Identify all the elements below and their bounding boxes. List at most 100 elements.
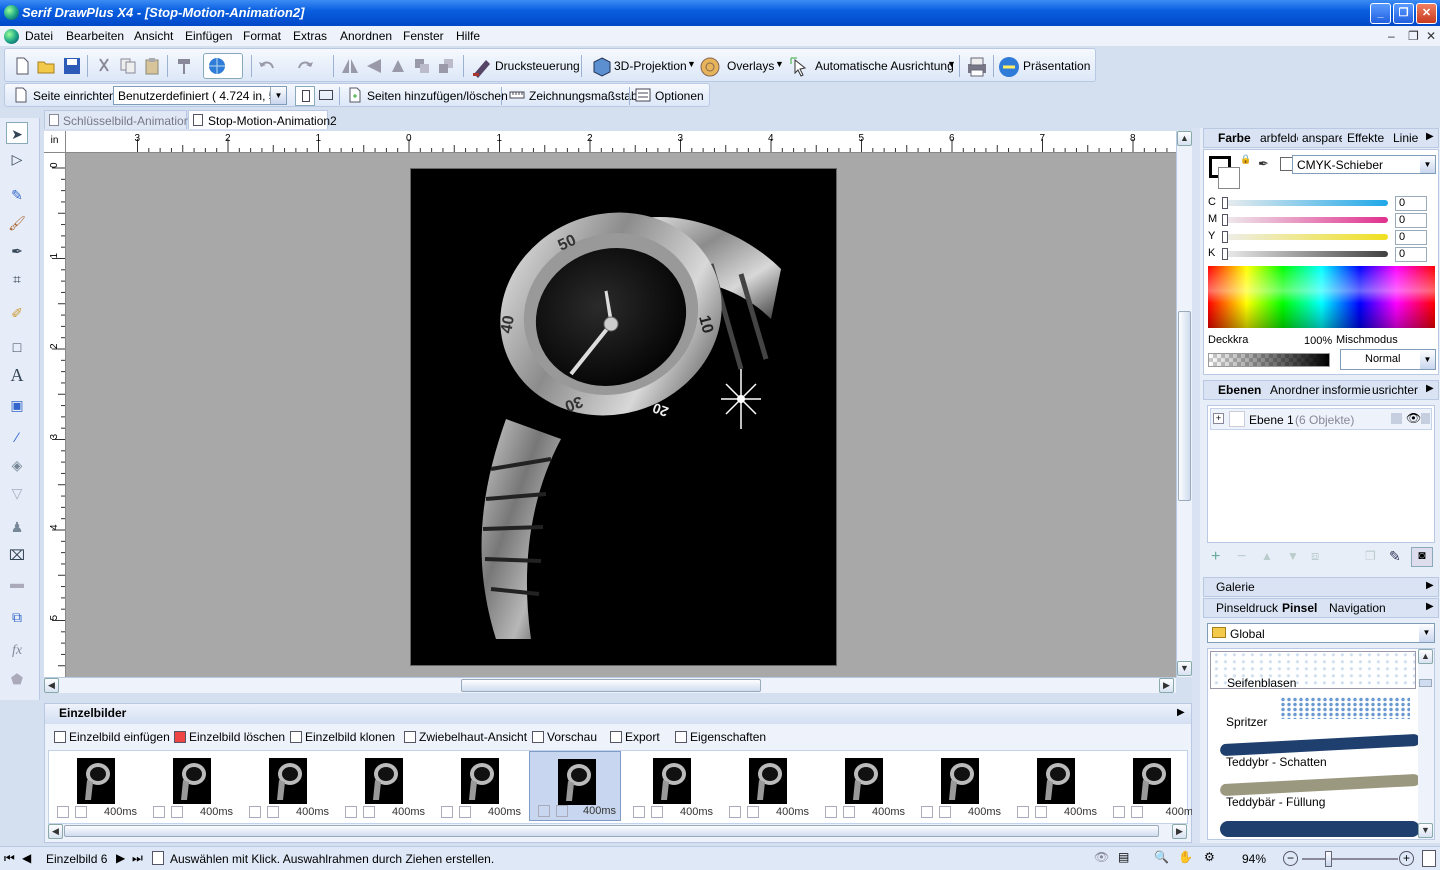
fill-color-swatch[interactable]	[1218, 167, 1240, 189]
vertical-scroll-thumb[interactable]	[1178, 311, 1191, 501]
merge-layers-icon[interactable]: ⧈	[1311, 548, 1319, 564]
frame-overlay-icon[interactable]	[1131, 806, 1143, 818]
tabs-more-icon[interactable]: ▶	[1426, 601, 1434, 612]
scroll-right-icon[interactable]: ▶	[1159, 678, 1174, 693]
printer-icon[interactable]	[965, 55, 989, 79]
last-frame-icon[interactable]: ⏭	[132, 851, 143, 866]
tab-doc-1[interactable]: Schlüsselbild-Animation1	[44, 110, 197, 129]
frame-background-icon[interactable]	[153, 806, 165, 818]
auto-align-button[interactable]: Automatische Ausrichtung	[815, 59, 954, 73]
zoom-in-icon[interactable]: +	[1399, 851, 1414, 866]
menu-hilfe[interactable]: Hilfe	[456, 29, 480, 43]
frame-duration[interactable]: 400ms	[296, 806, 329, 818]
shape-tool-icon[interactable]: □	[6, 336, 28, 358]
pan-hand-icon[interactable]: ✋	[1178, 850, 1193, 864]
page-view-icon[interactable]: ▤	[1118, 850, 1129, 864]
menu-fenster[interactable]: Fenster	[403, 29, 444, 43]
document-page[interactable]: 50 40 10 30 20	[410, 168, 837, 666]
frame-item[interactable]: 400ms	[49, 751, 141, 821]
options-button[interactable]: Optionen	[655, 89, 704, 103]
frame-item[interactable]: 400m	[1105, 751, 1197, 821]
panel-splitter[interactable]	[1192, 128, 1200, 843]
text-tool-icon[interactable]: A	[6, 364, 28, 386]
channel-slider[interactable]	[1222, 214, 1388, 226]
mdi-minimize-button[interactable]: –	[1388, 29, 1395, 43]
frame-overlay-icon[interactable]	[1035, 806, 1047, 818]
pointer-tool-icon[interactable]: ➤	[6, 122, 28, 144]
landscape-button[interactable]	[319, 90, 333, 100]
properties-button[interactable]: Eigenschaften	[675, 730, 766, 744]
channel-value[interactable]: 0	[1395, 247, 1427, 262]
fill-tool-icon[interactable]: ◈	[6, 454, 28, 476]
auto-align-dropdown-icon[interactable]: ▼	[947, 59, 956, 69]
tab-ausrichten[interactable]: usrichter	[1372, 383, 1420, 397]
redo-icon[interactable]	[297, 57, 315, 75]
horizontal-scrollbar[interactable]: ◀ ▶	[44, 677, 1176, 693]
brush-tool-icon[interactable]: 🖌	[6, 212, 28, 234]
frame-duration[interactable]: 400m	[1165, 806, 1193, 818]
gallery-expand-icon[interactable]: ▶	[1426, 580, 1434, 591]
frame-duration[interactable]: 400ms	[680, 806, 713, 818]
color-spectrum[interactable]	[1208, 266, 1435, 328]
frame-background-icon[interactable]	[441, 806, 453, 818]
move-layer-down-icon[interactable]: ▼	[1287, 549, 1299, 563]
lock-icon[interactable]	[1421, 413, 1430, 424]
layer-row[interactable]: + Ebene 1 (6 Objekte) 👁	[1210, 408, 1432, 430]
tab-doc-2[interactable]: Stop-Motion-Animation2	[188, 110, 337, 129]
frame-background-icon[interactable]	[921, 806, 933, 818]
web-publish-button[interactable]	[203, 53, 243, 79]
frame-background-icon[interactable]	[633, 806, 645, 818]
channel-value[interactable]: 0	[1395, 230, 1427, 245]
frame-item[interactable]: 400ms	[721, 751, 813, 821]
node-tool-icon[interactable]: ▷	[6, 148, 28, 170]
shield-icon[interactable]: ⬟	[6, 668, 28, 690]
frame-overlay-icon[interactable]	[843, 806, 855, 818]
frame-duration[interactable]: 400ms	[488, 806, 521, 818]
frame-duration[interactable]: 400ms	[968, 806, 1001, 818]
channel-slider-thumb[interactable]	[1222, 231, 1228, 243]
onion-skin-button[interactable]: Zwiebelhaut-Ansicht	[404, 730, 527, 744]
frame-duration[interactable]: 400ms	[1064, 806, 1097, 818]
frame-duration[interactable]: 400ms	[583, 805, 616, 817]
insert-frame-button[interactable]: Einzelbild einfügen	[54, 730, 170, 744]
export-button[interactable]: Export	[610, 730, 660, 744]
cut-icon[interactable]	[95, 57, 113, 75]
frame-background-icon[interactable]	[57, 806, 69, 818]
frame-overlay-icon[interactable]	[363, 806, 375, 818]
frames-scroll-left-icon[interactable]: ◀	[48, 824, 63, 839]
channel-slider-thumb[interactable]	[1222, 214, 1228, 226]
delete-frame-button[interactable]: Einzelbild löschen	[174, 730, 285, 744]
channel-slider[interactable]	[1222, 248, 1388, 260]
scroll-down-icon[interactable]: ▼	[1418, 823, 1433, 838]
frame-overlay-icon[interactable]	[171, 806, 183, 818]
scroll-left-icon[interactable]: ◀	[44, 678, 59, 693]
zoom-slider-thumb[interactable]	[1325, 851, 1332, 867]
flip-horizontal-icon[interactable]	[341, 57, 359, 75]
tabs-more-icon[interactable]: ▶	[1426, 131, 1434, 142]
menu-format[interactable]: Format	[243, 29, 281, 43]
transparency-tool-icon[interactable]: ▽	[6, 482, 28, 504]
format-painter-icon[interactable]	[175, 57, 193, 75]
brush-category-select[interactable]: Global ▼	[1207, 623, 1435, 643]
effects-fx-icon[interactable]: fx	[6, 640, 28, 662]
menu-datei[interactable]: Datei	[25, 29, 53, 43]
tab-ebenen[interactable]: Ebenen	[1218, 383, 1261, 397]
image-tool-icon[interactable]: ▣	[6, 394, 28, 416]
tab-farbe[interactable]: Farbe	[1218, 131, 1258, 145]
print-control-button[interactable]: Drucksteuerung	[495, 59, 580, 73]
pen-tool-icon[interactable]: ✒	[6, 240, 28, 262]
tab-transparenz[interactable]: ansparer	[1302, 131, 1342, 145]
send-backward-icon[interactable]	[437, 57, 455, 75]
bring-forward-icon[interactable]	[413, 57, 431, 75]
tab-transformieren[interactable]: insformier	[1322, 383, 1370, 397]
rotate-icon[interactable]	[389, 57, 407, 75]
frame-duration[interactable]: 400ms	[776, 806, 809, 818]
3d-projection-button[interactable]: 3D-Projektion	[614, 59, 687, 73]
open-folder-icon[interactable]	[37, 57, 55, 75]
vertical-scrollbar[interactable]: ▲ ▼	[1176, 131, 1192, 677]
prev-frame-icon[interactable]: ◀	[22, 851, 31, 865]
tab-anordnen[interactable]: Anordner	[1270, 383, 1320, 397]
restore-button[interactable]: ❐	[1393, 3, 1414, 24]
frame-background-icon[interactable]	[538, 805, 550, 817]
close-button[interactable]: ✕	[1416, 3, 1437, 24]
